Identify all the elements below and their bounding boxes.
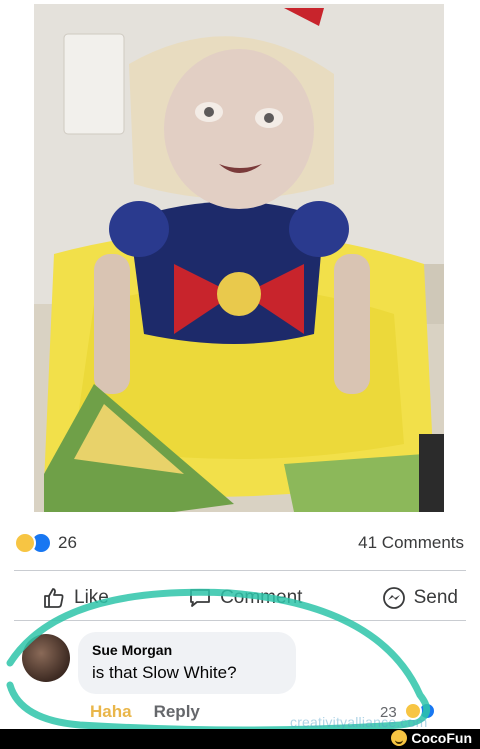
like-button[interactable]: Like [14, 586, 137, 610]
reaction-icons-group[interactable]: 26 [14, 532, 77, 554]
comment-button-label: Comment [220, 587, 303, 608]
haha-reaction-link[interactable]: Haha [90, 702, 132, 722]
divider [14, 570, 466, 571]
comment-bubble: Sue Morgan is that Slow White? [78, 632, 296, 694]
like-button-label: Like [74, 587, 109, 608]
post-photo-illustration [34, 4, 444, 512]
post-photo[interactable] [34, 4, 444, 512]
footer-bar: CocoFun [0, 729, 480, 749]
messenger-icon [382, 587, 405, 609]
send-button-label: Send [413, 587, 458, 608]
brand-name: CocoFun [411, 730, 472, 746]
haha-reaction-icon [14, 532, 36, 554]
comment-text: is that Slow White? [92, 663, 237, 682]
post-actions-bar: Like Comment Send [14, 580, 466, 616]
avatar[interactable] [22, 634, 70, 682]
comments-count-link[interactable]: 41 Comments [358, 533, 466, 553]
send-button[interactable]: Send [354, 586, 466, 610]
reply-link[interactable]: Reply [154, 702, 200, 722]
comment-author[interactable]: Sue Morgan [92, 642, 282, 658]
haha-reaction-icon [404, 702, 422, 720]
brand-logo: CocoFun [391, 730, 472, 746]
comment-bubble-icon [190, 589, 210, 607]
reaction-count[interactable]: 26 [58, 533, 77, 553]
comment-actions: Haha Reply [90, 702, 200, 722]
cocofun-logo-icon [391, 730, 408, 746]
post-reactions-summary: 26 41 Comments [14, 528, 466, 558]
thumbs-up-icon [44, 588, 64, 608]
divider [14, 620, 466, 621]
comment-button[interactable]: Comment [160, 586, 330, 610]
